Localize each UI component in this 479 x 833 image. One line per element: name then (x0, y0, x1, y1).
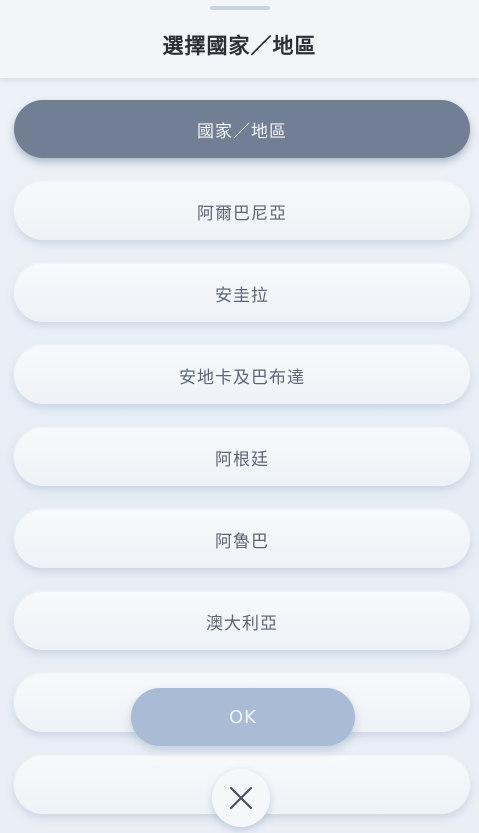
list-item-antigua-barbuda[interactable]: 安地卡及巴布達 (14, 346, 470, 404)
drag-handle[interactable] (210, 6, 270, 10)
list-item-aruba[interactable]: 阿魯巴 (14, 510, 470, 568)
ok-button[interactable]: OK (131, 688, 355, 746)
picker-header: 選擇國家／地區 (0, 0, 479, 78)
list-item-australia[interactable]: 澳大利亞 (14, 592, 470, 650)
close-icon (228, 785, 254, 811)
list-item-country-region[interactable]: 國家／地區 (14, 100, 470, 158)
close-button[interactable] (212, 769, 270, 827)
country-picker-screen: 選擇國家／地區 國家／地區 阿爾巴尼亞 安圭拉 安地卡及巴布達 阿根廷 阿魯巴 … (0, 0, 479, 833)
list-item-albania[interactable]: 阿爾巴尼亞 (14, 182, 470, 240)
page-title: 選擇國家／地區 (162, 34, 317, 58)
list-item-argentina[interactable]: 阿根廷 (14, 428, 470, 486)
list-item-anguilla[interactable]: 安圭拉 (14, 264, 470, 322)
